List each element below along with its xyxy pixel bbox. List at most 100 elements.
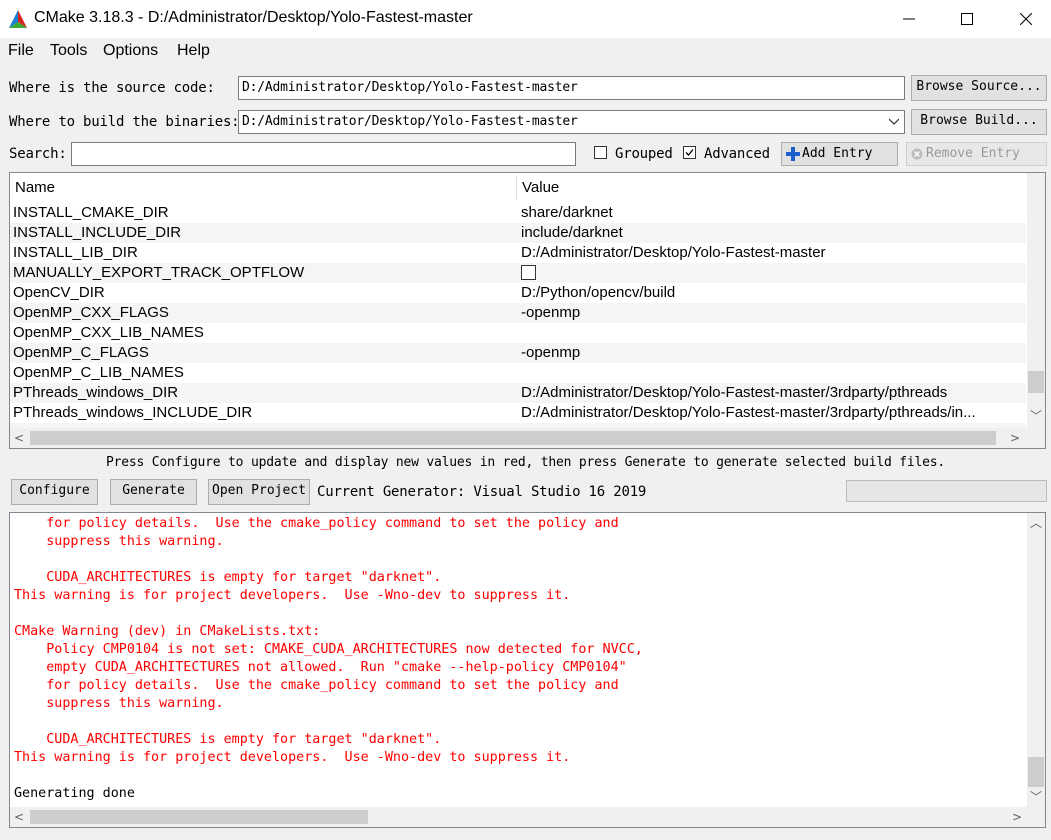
window-title: CMake 3.18.3 - D:/Administrator/Desktop/…: [34, 9, 473, 26]
output-line: suppress this warning.: [14, 534, 224, 549]
output-line-partial: [10, 513, 1025, 515]
cache-entry-name: OpenMP_CXX_FLAGS: [13, 304, 169, 321]
current-generator: Current Generator: Visual Studio 16 2019: [317, 484, 647, 500]
minimize-button[interactable]: [886, 0, 932, 38]
table-row[interactable]: PThreads_windows_INCLUDE_DIR D:/Administr…: [10, 403, 1026, 423]
build-path-value: D:/Administrator/Desktop/Yolo-Fastest-ma…: [242, 114, 578, 129]
cache-entry-name: INSTALL_LIB_DIR: [13, 244, 138, 261]
menu-file[interactable]: File: [8, 42, 34, 60]
output-line: This warning is for project developers. …: [14, 588, 571, 603]
output-log: for policy details. Use the cmake_policy…: [9, 512, 1046, 828]
advanced-checkbox[interactable]: [683, 146, 696, 159]
checkmark-icon: [685, 149, 694, 156]
configure-button[interactable]: Configure: [11, 479, 98, 505]
menu-help[interactable]: Help: [177, 42, 210, 60]
remove-entry-button[interactable]: Remove Entry: [906, 142, 1047, 166]
search-label: Search:: [9, 146, 67, 162]
output-line: for policy details. Use the cmake_policy…: [14, 678, 619, 693]
output-line: Generating done: [14, 786, 135, 801]
source-path-input[interactable]: D:/Administrator/Desktop/Yolo-Fastest-ma…: [238, 76, 905, 100]
close-button[interactable]: [1003, 0, 1049, 38]
table-row[interactable]: OpenCV_DIR D:/Python/opencv/build: [10, 283, 1026, 303]
table-row[interactable]: MANUALLY_EXPORT_TRACK_OPTFLOW: [10, 263, 1026, 283]
table-row[interactable]: OpenMP_C_FLAGS -openmp: [10, 343, 1026, 363]
cache-entry-name: MANUALLY_EXPORT_TRACK_OPTFLOW: [13, 264, 305, 281]
cache-entry-name: INSTALL_CMAKE_DIR: [13, 204, 169, 221]
cache-entry-value[interactable]: D:/Administrator/Desktop/Yolo-Fastest-ma…: [521, 404, 1031, 421]
scroll-down-arrow-icon[interactable]: ﹀: [1028, 408, 1044, 424]
output-line: suppress this warning.: [14, 696, 224, 711]
cache-entry-name: PThreads_windows_INCLUDE_DIR: [13, 404, 253, 421]
table-row[interactable]: INSTALL_INCLUDE_DIR include/darknet: [10, 223, 1026, 243]
cache-entry-value[interactable]: -openmp: [521, 304, 1031, 321]
cache-entry-value[interactable]: D:/Administrator/Desktop/Yolo-Fastest-ma…: [521, 244, 1031, 261]
cache-entry-checkbox[interactable]: [521, 265, 536, 280]
output-line: CUDA_ARCHITECTURES is empty for target "…: [14, 732, 442, 747]
source-path-value: D:/Administrator/Desktop/Yolo-Fastest-ma…: [242, 80, 578, 95]
generate-button[interactable]: Generate: [110, 479, 197, 505]
output-line: Policy CMP0104 is not set: CMAKE_CUDA_AR…: [14, 642, 643, 657]
table-horizontal-scrollbar-thumb[interactable]: [30, 431, 996, 445]
close-icon: [1020, 13, 1032, 25]
output-line: for policy details. Use the cmake_policy…: [14, 516, 619, 531]
cache-entry-value[interactable]: D:/Python/opencv/build: [521, 284, 1031, 301]
cache-entry-name: OpenMP_CXX_LIB_NAMES: [13, 324, 204, 341]
grouped-checkbox[interactable]: [594, 146, 607, 159]
remove-icon: [911, 148, 923, 160]
output-scroll-up-arrow-icon[interactable]: ︿: [1028, 515, 1044, 531]
plus-icon: [786, 147, 800, 161]
table-row[interactable]: INSTALL_LIB_DIR D:/Administrator/Desktop/…: [10, 243, 1026, 263]
output-line: CUDA_ARCHITECTURES is empty for target "…: [14, 570, 442, 585]
output-scroll-left-arrow-icon[interactable]: <: [12, 809, 26, 825]
maximize-icon: [961, 13, 973, 25]
search-input[interactable]: [71, 142, 576, 166]
table-row[interactable]: OpenMP_CXX_FLAGS -openmp: [10, 303, 1026, 323]
grouped-label: Grouped: [615, 146, 673, 162]
cache-entry-value[interactable]: share/darknet: [521, 204, 1031, 221]
column-separator: [516, 176, 517, 200]
scroll-right-arrow-icon[interactable]: >: [1008, 430, 1022, 446]
output-line: empty CUDA_ARCHITECTURES not allowed. Ru…: [14, 660, 627, 675]
output-scroll-down-arrow-icon[interactable]: ﹀: [1028, 789, 1044, 805]
source-label: Where is the source code:: [9, 80, 215, 96]
cache-entry-name: OpenMP_C_FLAGS: [13, 344, 149, 361]
output-scroll-right-arrow-icon[interactable]: >: [1010, 809, 1024, 825]
cache-entry-name: INSTALL_INCLUDE_DIR: [13, 224, 182, 241]
cache-entry-name: OpenMP_C_LIB_NAMES: [13, 364, 184, 381]
menu-options[interactable]: Options: [103, 42, 158, 60]
column-header-value[interactable]: Value: [522, 173, 559, 203]
menu-tools[interactable]: Tools: [50, 42, 87, 60]
maximize-button[interactable]: [944, 0, 990, 38]
progress-bar: [846, 480, 1047, 502]
table-row[interactable]: OpenMP_CXX_LIB_NAMES: [10, 323, 1026, 343]
browse-source-button[interactable]: Browse Source...: [911, 75, 1047, 101]
cache-entry-name: OpenCV_DIR: [13, 284, 105, 301]
column-header-name[interactable]: Name: [15, 173, 55, 203]
configure-hint: Press Configure to update and display ne…: [106, 455, 945, 470]
output-horizontal-scrollbar-thumb[interactable]: [30, 810, 368, 824]
add-entry-button[interactable]: Add Entry: [781, 142, 898, 166]
cache-table: Name Value INSTALL_CMAKE_DIR share/darkne…: [9, 172, 1046, 449]
table-vertical-scrollbar-thumb[interactable]: [1028, 371, 1044, 393]
browse-build-button[interactable]: Browse Build...: [911, 109, 1047, 135]
minimize-icon: [903, 18, 915, 20]
table-row[interactable]: PThreads_windows_DIR D:/Administrator/Des…: [10, 383, 1026, 403]
build-path-combobox[interactable]: D:/Administrator/Desktop/Yolo-Fastest-ma…: [238, 110, 905, 134]
scroll-left-arrow-icon[interactable]: <: [12, 430, 26, 446]
build-label: Where to build the binaries:: [9, 114, 240, 130]
output-line: CMake Warning (dev) in CMakeLists.txt:: [14, 624, 321, 639]
open-project-button[interactable]: Open Project: [208, 479, 310, 505]
output-vertical-scrollbar-thumb[interactable]: [1028, 757, 1044, 787]
remove-entry-label: Remove Entry: [926, 146, 1020, 161]
chevron-down-icon: [889, 118, 899, 125]
table-row[interactable]: INSTALL_CMAKE_DIR share/darknet: [10, 203, 1026, 223]
output-line: This warning is for project developers. …: [14, 750, 571, 765]
add-entry-label: Add Entry: [802, 146, 873, 161]
table-row[interactable]: OpenMP_C_LIB_NAMES: [10, 363, 1026, 383]
cache-entry-value[interactable]: -openmp: [521, 344, 1031, 361]
cmake-logo-icon: [9, 10, 27, 28]
advanced-label: Advanced: [704, 146, 770, 162]
cache-entry-value[interactable]: include/darknet: [521, 224, 1031, 241]
cache-entry-value[interactable]: D:/Administrator/Desktop/Yolo-Fastest-ma…: [521, 384, 1031, 401]
cache-entry-name: PThreads_windows_DIR: [13, 384, 179, 401]
